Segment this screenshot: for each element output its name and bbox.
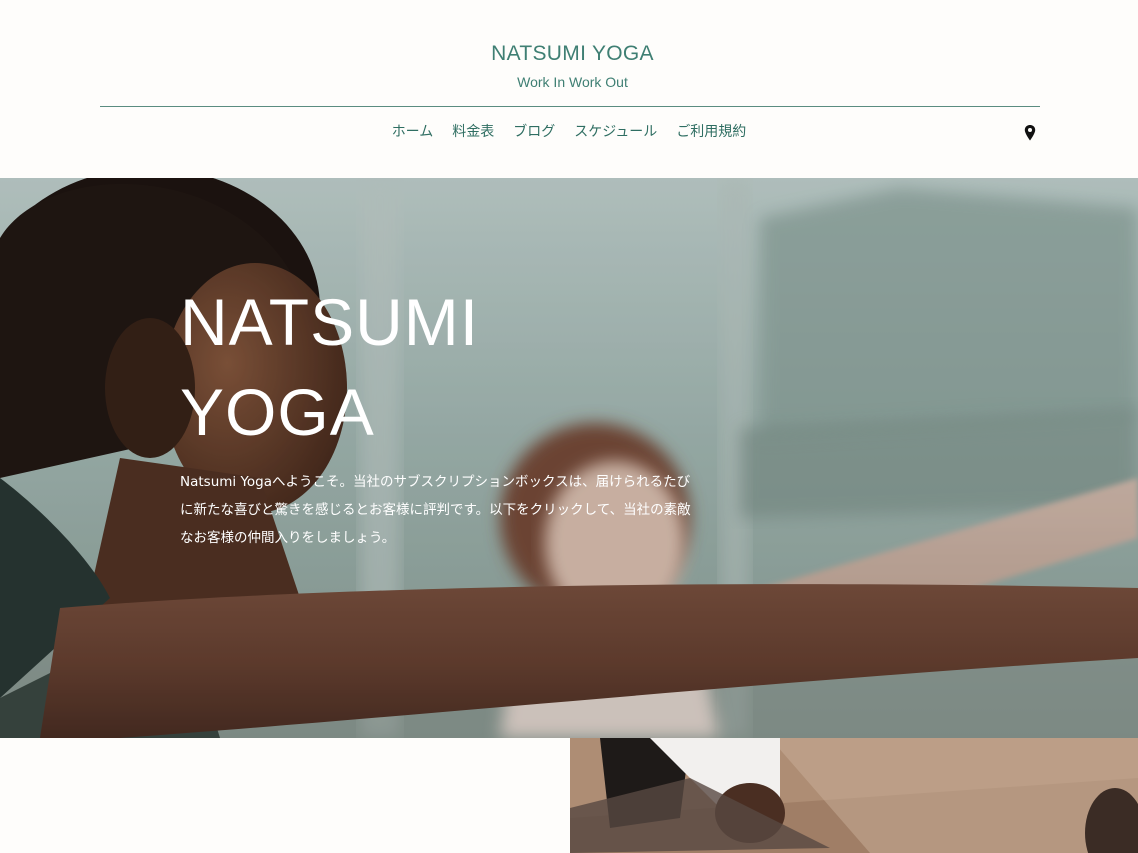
hero-title-line-2: YOGA: [180, 375, 375, 449]
site-header: NATSUMI YOGA Work In Work Out ホーム 料金表 ブロ…: [0, 0, 1138, 178]
nav-item-schedule[interactable]: スケジュール: [574, 121, 657, 145]
hero-title-line-1: NATSUMI: [180, 285, 480, 359]
hero-section: NATSUMI YOGA Natsumi Yogaへようこそ。当社のサブスクリプ…: [0, 178, 1138, 738]
nav-item-blog[interactable]: ブログ: [513, 121, 555, 145]
map-pin-icon[interactable]: [1023, 124, 1037, 142]
lower-content-area: [0, 738, 570, 853]
yoga-class-photo: [570, 738, 1138, 853]
nav-item-home[interactable]: ホーム: [392, 121, 434, 145]
nav-item-pricing[interactable]: 料金表: [452, 121, 494, 145]
site-tagline: Work In Work Out: [517, 74, 628, 90]
yoga-class-image: [570, 738, 1138, 853]
hero-background-image: [0, 178, 1138, 738]
nav-item-terms[interactable]: ご利用規約: [676, 121, 746, 145]
site-title[interactable]: NATSUMI YOGA: [0, 42, 1138, 66]
hero-title: NATSUMI YOGA: [180, 277, 600, 457]
header-divider: [100, 106, 1040, 107]
main-nav: ホーム 料金表 ブログ スケジュール ご利用規約: [0, 121, 1138, 145]
hero-description: Natsumi Yogaへようこそ。当社のサブスクリプションボックスは、届けられ…: [180, 474, 691, 546]
